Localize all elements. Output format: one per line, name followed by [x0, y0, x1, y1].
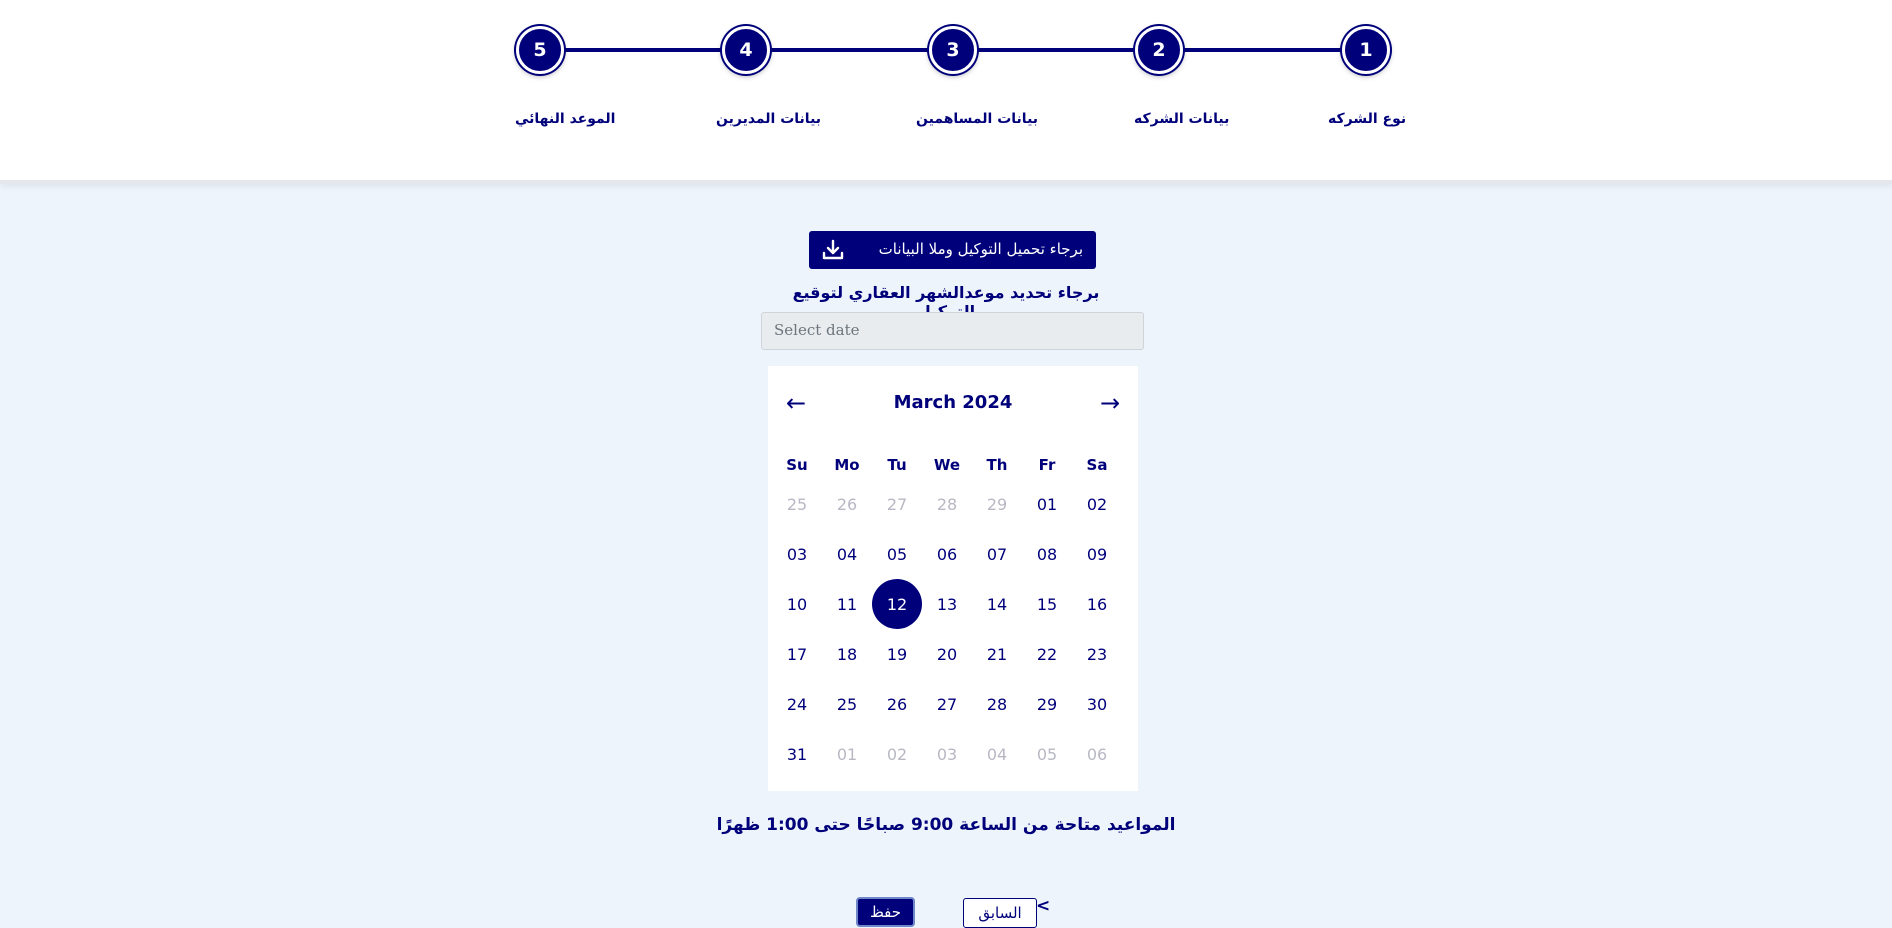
save-button[interactable]: حفظ: [856, 897, 915, 927]
weekday-header: Tu: [887, 456, 907, 474]
step-3-label: بيانات المساهمين: [916, 111, 1039, 127]
calendar-day-selected[interactable]: 12: [872, 579, 922, 629]
calendar-day[interactable]: 20: [922, 629, 972, 679]
step-5-label: الموعد النهائي: [515, 111, 616, 127]
calendar-day[interactable]: 30: [1072, 679, 1122, 729]
available-hours-note: المواعيد متاحة من الساعة 9:00 صباحًا حتى…: [716, 815, 1176, 835]
calendar-day[interactable]: 09: [1072, 529, 1122, 579]
step-2-circle[interactable]: 2: [1135, 26, 1183, 74]
weekday-header: Sa: [1086, 456, 1108, 474]
calendar-day[interactable]: 25: [772, 479, 822, 529]
calendar-day[interactable]: 07: [972, 529, 1022, 579]
step-4-label: بيانات المديرين: [716, 111, 822, 127]
calendar-day[interactable]: 16: [1072, 579, 1122, 629]
weekday-header: Fr: [1038, 456, 1056, 474]
calendar-day[interactable]: 13: [922, 579, 972, 629]
calendar-month-title: March 2024: [893, 392, 1013, 413]
calendar-day[interactable]: 08: [1022, 529, 1072, 579]
calendar-day[interactable]: 11: [822, 579, 872, 629]
step-4-circle[interactable]: 4: [722, 26, 770, 74]
calendar-day[interactable]: 04: [972, 729, 1022, 779]
calendar-day[interactable]: 28: [922, 479, 972, 529]
calendar: ← March 2024 → Su Mo Tu We Th Fr Sa 25 26 27 28 29 0…: [768, 366, 1138, 791]
calendar-day[interactable]: 06: [1072, 729, 1122, 779]
calendar-day[interactable]: 23: [1072, 629, 1122, 679]
calendar-day[interactable]: 25: [822, 679, 872, 729]
calendar-day[interactable]: 05: [872, 529, 922, 579]
calendar-day[interactable]: 24: [772, 679, 822, 729]
step-1-label: نوع الشركه: [1328, 111, 1407, 127]
calendar-day[interactable]: 01: [822, 729, 872, 779]
calendar-day[interactable]: 28: [972, 679, 1022, 729]
calendar-day[interactable]: 17: [772, 629, 822, 679]
step-2-label: بيانات الشركه: [1134, 111, 1230, 127]
calendar-day[interactable]: 03: [772, 529, 822, 579]
weekday-header: Su: [786, 456, 808, 474]
weekday-header: Th: [986, 456, 1008, 474]
chevron-left-icon: <: [1036, 896, 1051, 916]
calendar-day[interactable]: 14: [972, 579, 1022, 629]
calendar-day[interactable]: 22: [1022, 629, 1072, 679]
weekday-header: Mo: [834, 456, 860, 474]
step-1-circle[interactable]: 1: [1342, 26, 1390, 74]
calendar-day[interactable]: 26: [822, 479, 872, 529]
weekday-header: We: [933, 456, 961, 474]
calendar-day[interactable]: 04: [822, 529, 872, 579]
calendar-day[interactable]: 19: [872, 629, 922, 679]
calendar-next-month-button[interactable]: →: [1092, 386, 1128, 420]
calendar-day[interactable]: 05: [1022, 729, 1072, 779]
calendar-day[interactable]: 27: [872, 479, 922, 529]
calendar-day[interactable]: 31: [772, 729, 822, 779]
calendar-day[interactable]: 27: [922, 679, 972, 729]
download-power-of-attorney-button[interactable]: برجاء تحميل التوكيل وملا البيانات: [809, 231, 1096, 269]
calendar-day[interactable]: 03: [922, 729, 972, 779]
calendar-day[interactable]: 15: [1022, 579, 1072, 629]
step-3-circle[interactable]: 3: [929, 26, 977, 74]
calendar-day[interactable]: 29: [972, 479, 1022, 529]
calendar-day[interactable]: 02: [872, 729, 922, 779]
calendar-day[interactable]: 26: [872, 679, 922, 729]
calendar-day[interactable]: 29: [1022, 679, 1072, 729]
previous-button[interactable]: السابق: [963, 898, 1037, 928]
calendar-day[interactable]: 21: [972, 629, 1022, 679]
download-icon: [821, 238, 845, 262]
date-input[interactable]: Select date: [761, 312, 1144, 350]
calendar-day[interactable]: 01: [1022, 479, 1072, 529]
calendar-day[interactable]: 02: [1072, 479, 1122, 529]
step-5-circle[interactable]: 5: [516, 26, 564, 74]
calendar-day[interactable]: 18: [822, 629, 872, 679]
progress-stepper: 5 4 3 2 1 الموعد النهائي بيانات المديرين…: [0, 0, 1892, 184]
calendar-day[interactable]: 10: [772, 579, 822, 629]
calendar-day[interactable]: 06: [922, 529, 972, 579]
download-button-label: برجاء تحميل التوكيل وملا البيانات: [878, 240, 1083, 258]
